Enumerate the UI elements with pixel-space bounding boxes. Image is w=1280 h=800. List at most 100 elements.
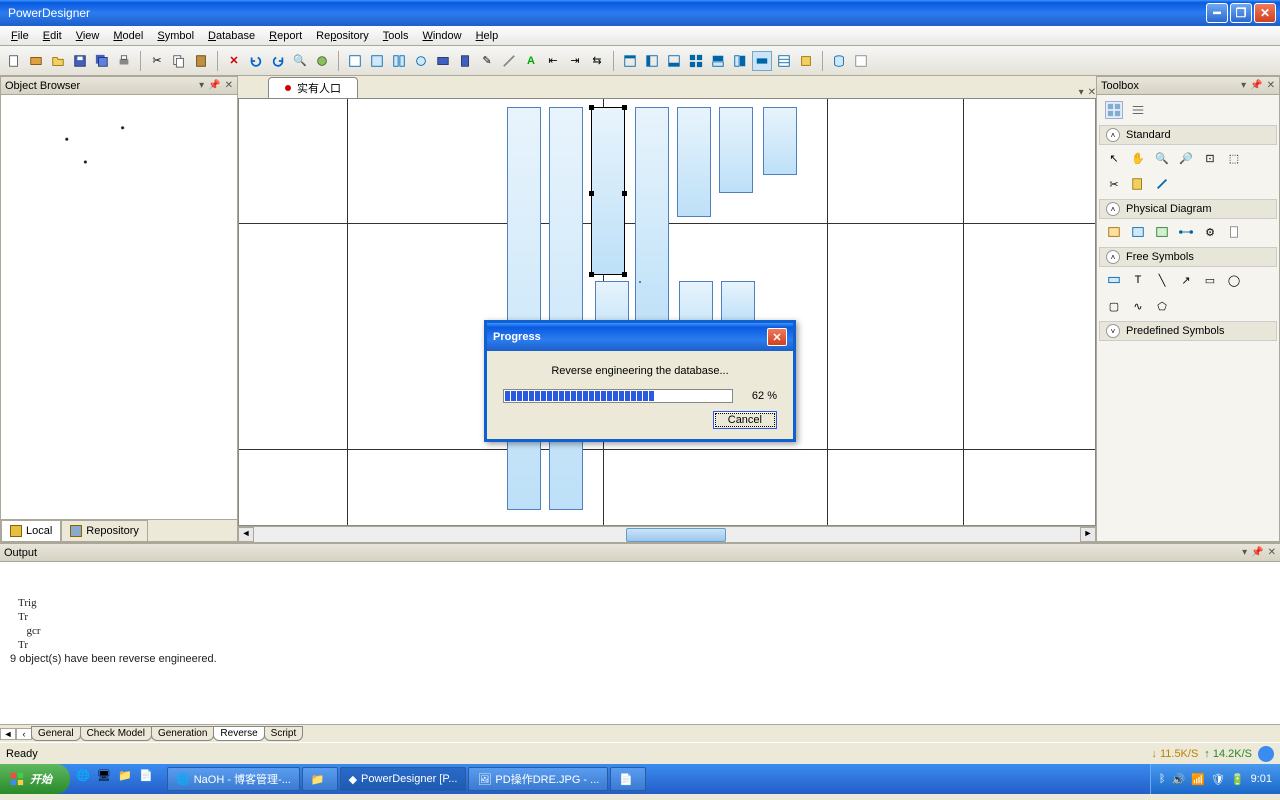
ellipse-icon[interactable]: ◯	[1225, 271, 1243, 289]
panel-close-icon[interactable]: ✕	[1267, 80, 1275, 91]
tb-j-icon[interactable]: ⇆	[587, 51, 607, 71]
cut-icon[interactable]: ✂	[147, 51, 167, 71]
tb-f-icon[interactable]	[455, 51, 475, 71]
entity-box[interactable]	[635, 107, 669, 337]
tray-net-icon[interactable]: 📶	[1191, 773, 1205, 786]
object-tree[interactable]	[1, 95, 237, 519]
ie-icon[interactable]	[1258, 746, 1274, 762]
text-icon[interactable]: T	[1129, 271, 1147, 289]
view-icon[interactable]	[1129, 223, 1147, 241]
zoomin-icon[interactable]: 🔍	[1153, 149, 1171, 167]
toolbox-section-standard[interactable]: ˄Standard	[1099, 125, 1277, 145]
quick-b-icon[interactable]: 📄	[139, 769, 159, 789]
gear-icon[interactable]: ⚙	[1201, 223, 1219, 241]
panel-dropdown-icon[interactable]: ▾	[1242, 547, 1247, 558]
system-tray[interactable]: ᛒ 🔊 📶 🛡 🔋 9:01	[1150, 764, 1280, 794]
tb-pen-icon[interactable]: ✎	[477, 51, 497, 71]
rect-icon[interactable]: ▭	[1201, 271, 1219, 289]
maximize-button[interactable]: ❐	[1230, 3, 1252, 23]
panel-pin-icon[interactable]: 📌	[1251, 547, 1263, 558]
toolbox-section-free[interactable]: ˄Free Symbols	[1099, 247, 1277, 267]
paste-icon[interactable]	[191, 51, 211, 71]
task-item[interactable]: 📁	[302, 767, 338, 791]
quick-ie-icon[interactable]: 🌐	[76, 769, 96, 789]
zoomout-icon[interactable]: 🔎	[1177, 149, 1195, 167]
dialog-close-button[interactable]: ✕	[767, 328, 787, 346]
output-text[interactable]: Trig Tr gcr Tr 9 object(s) have been rev…	[0, 562, 1280, 724]
link-icon[interactable]	[1153, 175, 1171, 193]
panel-dropdown-icon[interactable]: ▾	[199, 80, 204, 91]
entity-box[interactable]	[719, 107, 753, 193]
panel-pin-icon[interactable]: 📌	[1250, 80, 1262, 91]
win-f-icon[interactable]	[730, 51, 750, 71]
undo-icon[interactable]	[246, 51, 266, 71]
task-item[interactable]: ◆ PowerDesigner [P...	[340, 767, 467, 791]
output-tab-check[interactable]: Check Model	[80, 726, 152, 741]
arrow-icon[interactable]: ↗	[1177, 271, 1195, 289]
task-item[interactable]: 🖼 PD操作DRE.JPG - ...	[468, 767, 608, 791]
output-tab-general[interactable]: General	[31, 726, 81, 741]
menu-window[interactable]: Window	[415, 28, 468, 44]
entity-box[interactable]	[677, 107, 711, 217]
props-icon[interactable]	[312, 51, 332, 71]
open-icon[interactable]	[48, 51, 68, 71]
file-icon[interactable]	[1225, 223, 1243, 241]
scroll-left-icon[interactable]: ◄	[238, 527, 254, 542]
roundrect-icon[interactable]: ▢	[1105, 297, 1123, 315]
find-icon[interactable]: 🔍	[290, 51, 310, 71]
output-tab-script[interactable]: Script	[264, 726, 304, 741]
task-item[interactable]: 📄	[610, 767, 646, 791]
output-tab-reverse[interactable]: Reverse	[213, 726, 264, 741]
db-b-icon[interactable]	[851, 51, 871, 71]
diagram-menu-icon[interactable]: ▾	[1079, 87, 1084, 98]
win-a-icon[interactable]	[620, 51, 640, 71]
zoom-ext-icon[interactable]: ⬚	[1225, 149, 1243, 167]
tb-h-icon[interactable]: ⇤	[543, 51, 563, 71]
entity-box[interactable]	[507, 107, 541, 510]
output-tab-gen[interactable]: Generation	[151, 726, 214, 741]
line-icon[interactable]: ╲	[1153, 271, 1171, 289]
tb-text-icon[interactable]: A	[521, 51, 541, 71]
browser-tab-local[interactable]: Local	[1, 520, 61, 541]
diagram-canvas[interactable]	[238, 98, 1096, 526]
cut-icon[interactable]: ✂	[1105, 175, 1123, 193]
entity-box[interactable]	[721, 281, 755, 323]
tray-shield-icon[interactable]: 🛡	[1211, 773, 1225, 786]
redo-icon[interactable]	[268, 51, 288, 71]
new-model-icon[interactable]	[26, 51, 46, 71]
horizontal-scrollbar[interactable]: ◄ ►	[238, 526, 1096, 542]
table-icon[interactable]	[1105, 223, 1123, 241]
win-b-icon[interactable]	[642, 51, 662, 71]
note-icon[interactable]	[1129, 175, 1147, 193]
entity-box-selected[interactable]	[591, 107, 625, 275]
toolbox-section-predefined[interactable]: ˅Predefined Symbols	[1099, 321, 1277, 341]
tb-b-icon[interactable]	[367, 51, 387, 71]
menu-database[interactable]: Database	[201, 28, 262, 44]
menu-tools[interactable]: Tools	[376, 28, 416, 44]
pointer-icon[interactable]: ↖	[1105, 149, 1123, 167]
menu-symbol[interactable]: Symbol	[150, 28, 201, 44]
scroll-thumb[interactable]	[626, 528, 726, 542]
ref-icon[interactable]	[1153, 223, 1171, 241]
win-d-icon[interactable]	[686, 51, 706, 71]
diagram-close-icon[interactable]: ✕	[1088, 87, 1096, 98]
panel-pin-icon[interactable]: 📌	[208, 80, 220, 91]
dialog-titlebar[interactable]: Progress ✕	[487, 323, 793, 351]
tb-e-icon[interactable]	[433, 51, 453, 71]
diagram-tab[interactable]: 实有人口	[268, 77, 358, 98]
tb-g-icon[interactable]	[499, 51, 519, 71]
win-h-icon[interactable]	[774, 51, 794, 71]
print-icon[interactable]	[114, 51, 134, 71]
polyline-icon[interactable]: ∿	[1129, 297, 1147, 315]
db-a-icon[interactable]	[829, 51, 849, 71]
copy-icon[interactable]	[169, 51, 189, 71]
quick-a-icon[interactable]: 📁	[118, 769, 138, 789]
entity-box[interactable]	[549, 107, 583, 510]
saveall-icon[interactable]	[92, 51, 112, 71]
browser-tab-repository[interactable]: Repository	[61, 520, 148, 541]
caption-icon[interactable]	[1105, 271, 1123, 289]
close-button[interactable]: ✕	[1254, 3, 1276, 23]
tb-i-icon[interactable]: ⇥	[565, 51, 585, 71]
menu-view[interactable]: View	[69, 28, 107, 44]
win-i-icon[interactable]	[796, 51, 816, 71]
